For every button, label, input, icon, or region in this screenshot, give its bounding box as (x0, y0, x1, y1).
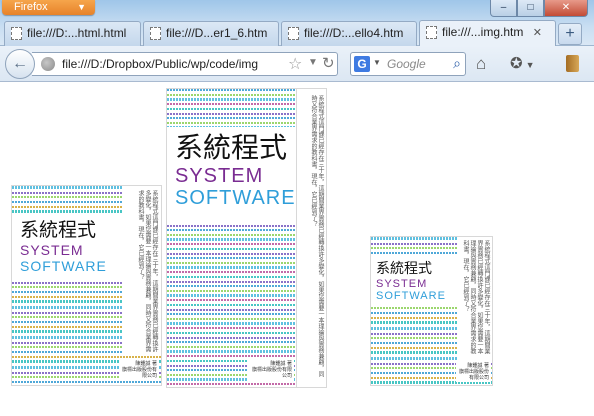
search-input[interactable]: Google (387, 57, 426, 71)
book-title-en-1: SYSTEM (175, 165, 264, 187)
home-icon[interactable]: ⌂ (476, 54, 486, 74)
cover-blurb: 系統程式這門課已經存在三十年，這期間業界實務已經轉換許多變化，如果您需要一本理論… (123, 186, 161, 356)
close-tab-icon[interactable]: ✕ (533, 27, 542, 39)
url-text[interactable]: file:///D:/Dropbox/Public/wp/code/img (62, 57, 288, 71)
tab-4-active[interactable]: file:///...img.htm ✕ (419, 20, 556, 46)
page-icon (11, 27, 22, 40)
chevron-down-icon: ▼ (77, 2, 86, 12)
cover-imprint: 陳鍾誠 著 旗標出版股份有限公司 (248, 359, 294, 381)
cover-blurb: 系統程式這門課已經存在三十年，這期間業界實務已經轉換許多變化，如果您需要一本理論… (458, 237, 492, 361)
firefox-menu-button[interactable]: Firefox ▼ (2, 0, 95, 15)
cover-imprint: 陳鍾誠 著 旗標出版股份有限公司 (119, 359, 159, 381)
book-publisher: 旗標出版股份有限公司 (121, 367, 157, 379)
reload-icon[interactable]: ↻ (322, 54, 335, 72)
book-publisher: 旗標出版股份有限公司 (458, 369, 489, 381)
book-title-cn: 系統程式 (376, 261, 432, 277)
page-content: 系統程式這門課已經存在三十年，這期間業界實務已經轉換許多變化，如果您需要一本理論… (0, 83, 594, 416)
window-controls: – □ ✕ (490, 0, 588, 18)
chevron-down-icon[interactable]: ▼ (373, 58, 381, 67)
minimize-button[interactable]: – (490, 0, 517, 17)
book-title-en-2: SOFTWARE (376, 290, 446, 302)
tab-1[interactable]: file:///D:...html.html (4, 21, 141, 46)
firefox-menu-label: Firefox (14, 1, 48, 13)
chevron-down-icon[interactable]: ▼ (308, 57, 318, 68)
tab-strip: file:///D:...html.html file:///D...er1_6… (4, 19, 582, 46)
tab-label: file:///D:...html.html (27, 26, 127, 40)
cover-title-block: 系統程式 SYSTEM SOFTWARE (167, 127, 296, 225)
addon-icon[interactable] (566, 55, 579, 72)
tab-label: file:///D...er1_6.htm (166, 26, 268, 40)
book-publisher: 旗標出版股份有限公司 (251, 367, 292, 379)
center-cover-blurb: 系統程式這門課已經存在三十年，這期間業界實務已經轉換許多變化，如果您需要一本理論… (297, 88, 327, 388)
chevron-down-icon: ▼ (525, 60, 535, 70)
cover-title-block: 系統程式 SYSTEM SOFTWARE (371, 257, 460, 307)
page-icon (426, 26, 437, 39)
title-bar: Firefox ▼ – □ ✕ file:///D:...html.html f… (0, 0, 594, 46)
page-icon (150, 27, 161, 40)
book-title-en-1: SYSTEM (20, 242, 84, 258)
cover-title-block: 系統程式 SYSTEM SOFTWARE (12, 216, 125, 282)
close-window-button[interactable]: ✕ (544, 0, 588, 17)
book-title-cn: 系統程式 (175, 131, 288, 164)
back-arrow-icon: ← (12, 55, 28, 72)
book-title-cn: 系統程式 (20, 219, 97, 241)
new-tab-button[interactable]: + (558, 23, 582, 45)
browser-window: Firefox ▼ – □ ✕ file:///D:...html.html f… (0, 0, 594, 416)
cover-imprint: 陳鍾誠 著 旗標出版股份有限公司 (456, 362, 490, 382)
url-bar[interactable]: file:///D:/Dropbox/Public/wp/code/img ☆ … (32, 52, 338, 76)
search-bar[interactable]: G ▼ Google ⌕ (350, 52, 466, 76)
bookmarks-icon: ✪ (510, 55, 523, 72)
book-title-en-2: SOFTWARE (175, 187, 296, 209)
tab-3[interactable]: file:///D:...ello4.htm (281, 21, 417, 46)
book-cover-large-center: 系統程式 SYSTEM SOFTWARE 陳鍾誠 著 旗標出版股份有限公司 (166, 88, 297, 388)
search-icon[interactable]: ⌕ (453, 55, 461, 72)
book-cover-small-right: 系統程式這門課已經存在三十年，這期間業界實務已經轉換許多變化，如果您需要一本理論… (370, 236, 493, 386)
tab-label: file:///...img.htm (442, 25, 524, 39)
back-button[interactable]: ← (5, 49, 35, 79)
bookmarks-menu-button[interactable]: ✪ ▼ (510, 54, 535, 75)
tab-label: file:///D:...ello4.htm (304, 26, 404, 40)
bookmark-star-icon[interactable]: ☆ (288, 54, 302, 74)
page-icon (288, 27, 299, 40)
book-cover-small-left: 系統程式這門課已經存在三十年，這期間業界實務已經轉換許多變化，如果您需要一本理論… (11, 185, 162, 386)
maximize-button[interactable]: □ (517, 0, 544, 17)
navigation-toolbar: file:///D:/Dropbox/Public/wp/code/img ☆ … (0, 46, 594, 82)
google-icon[interactable]: G (354, 56, 370, 72)
book-title-en-1: SYSTEM (376, 278, 428, 290)
book-title-en-2: SOFTWARE (20, 258, 107, 274)
globe-icon (41, 57, 55, 71)
tab-2[interactable]: file:///D...er1_6.htm (143, 21, 279, 46)
